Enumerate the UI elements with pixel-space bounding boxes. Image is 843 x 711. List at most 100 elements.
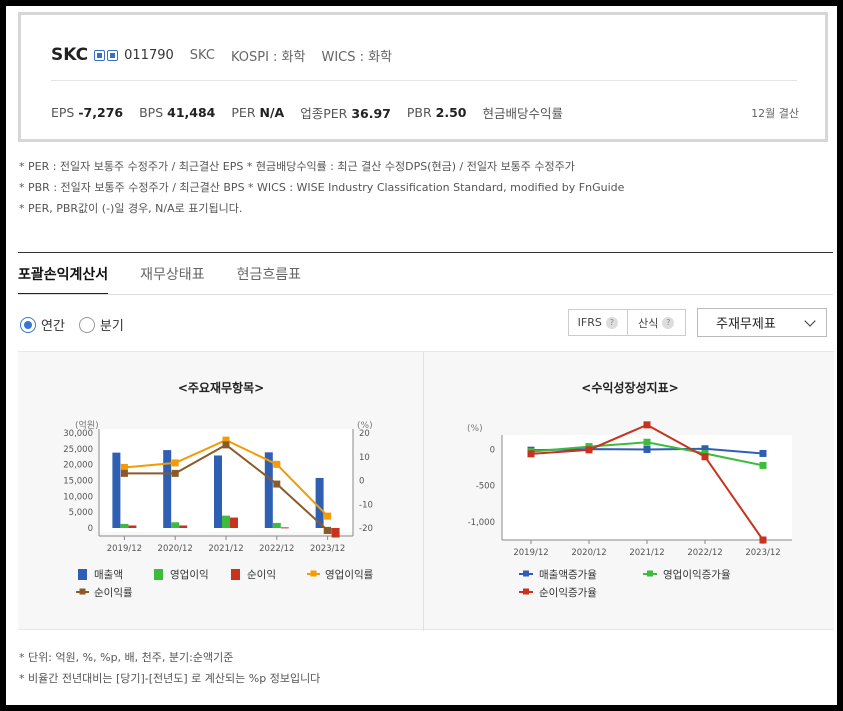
sector-per-metric: 업종PER 36.97 [300, 106, 391, 121]
ifrs-option[interactable]: IFRS ? [569, 310, 627, 335]
formula-option[interactable]: 산식 ? [626, 310, 686, 335]
radio-quarterly[interactable] [78, 316, 95, 333]
legend-label: 순이익률 [94, 587, 133, 599]
x-tick-label: 2023/12 [310, 544, 345, 554]
point-순이익증가율 [585, 446, 593, 454]
y-tick-label-right: 0 [359, 477, 364, 487]
charts-svg: <주요재무항목>(억원) (%)30,00025,00020,00015,0001… [63, 380, 792, 599]
ticker: SKC [189, 47, 215, 63]
footnote-line: * 단위: 억원, %, %p, 배, 천주, 분기:순액기준 [19, 651, 234, 664]
point-순이익증가율 [643, 421, 651, 429]
point-순이익률 [171, 469, 179, 477]
report-icon[interactable] [107, 49, 119, 61]
bar-영업이익 [272, 522, 281, 528]
dividend-yield-metric: 현금배당수익률 [482, 106, 564, 121]
y-tick-label-left: 20,000 [63, 461, 93, 471]
point-순이익증가율 [759, 536, 767, 544]
settlement-month: 12월 결산 [751, 106, 799, 120]
y-tick-label-left: 15,000 [63, 477, 93, 487]
legend-label: 매출액증가율 [539, 569, 597, 581]
bar-영업이익 [120, 523, 129, 528]
bps-metric: BPS 41,484 [139, 105, 216, 120]
point-영업이익증가율 [643, 438, 651, 446]
bar-영업이익 [171, 522, 180, 528]
radio-annual-label[interactable]: 연간 [41, 315, 65, 334]
bar-순이익 [230, 517, 238, 528]
legend-swatch [310, 570, 317, 577]
formula-label: 산식 [638, 316, 659, 330]
radio-quarterly-label[interactable]: 분기 [100, 315, 124, 334]
period-selector: 연간 분기 [20, 315, 138, 334]
legend-swatch [78, 569, 87, 580]
y-tick-label-right: -20 [359, 524, 373, 534]
bar-순이익 [128, 525, 137, 528]
summary-divider [51, 80, 797, 81]
statement-tabs: 포괄손익계산서 재무상태표 현금흐름표 [18, 262, 333, 295]
legend-label: 순이익 [247, 569, 276, 581]
eps-metric: EPS -7,276 [51, 105, 124, 120]
panel-separator [423, 352, 424, 631]
tab-balance-sheet[interactable]: 재무상태표 [140, 262, 204, 295]
point-매출액증가율 [759, 449, 767, 457]
per-metric: PER N/A [231, 105, 285, 120]
wics-sector: WICS : 화학 [321, 49, 393, 65]
tab-cash-flow[interactable]: 현금흐름표 [237, 262, 301, 295]
statement-type-select[interactable]: 주재무제표 [697, 308, 827, 337]
chart-title: <주요재무항목> [178, 380, 264, 395]
x-tick-label: 2019/12 [513, 548, 548, 558]
x-tick-label: 2022/12 [259, 544, 294, 554]
x-tick-label: 2021/12 [208, 544, 243, 554]
tab-income-statement[interactable]: 포괄손익계산서 [18, 262, 109, 295]
accounting-options: IFRS ? 산식 ? [568, 309, 686, 336]
radio-annual[interactable] [20, 316, 36, 333]
legend-swatch [647, 570, 653, 577]
y-axis-label: (%) [467, 424, 483, 434]
y-tick-label: 0 [490, 445, 495, 455]
legend-swatch [523, 570, 529, 577]
company-name: SKC [51, 45, 89, 65]
y-tick-label-right: 20 [359, 429, 370, 439]
bar-순이익 [179, 525, 188, 528]
y-tick-label: -1,000 [468, 518, 495, 528]
bar-매출액 [214, 455, 222, 528]
x-tick-label: 2020/12 [571, 548, 606, 558]
market-sector: KOSPI : 화학 [230, 49, 306, 65]
note-line: * PER : 전일자 보통주 수정주가 / 최근결산 EPS * 현금배당수익… [19, 160, 575, 173]
footnote-line: * 비율간 전년대비는 [당기]-[전년도] 로 계산되는 %p 정보입니다 [19, 672, 321, 685]
legend-label: 영업이익 [170, 568, 209, 581]
note-line: * PER, PBR값이 (-)일 경우, N/A로 표기됩니다. [19, 202, 243, 215]
x-tick-label: 2023/12 [745, 548, 780, 558]
stock-code: 011790 [124, 47, 174, 63]
x-tick-label: 2020/12 [158, 544, 193, 554]
point-순이익률 [222, 441, 230, 449]
definition-notes: * PER : 전일자 보통주 수정주가 / 최근결산 EPS * 현금배당수익… [19, 156, 624, 219]
help-icon[interactable]: ? [662, 316, 675, 329]
y-tick-label-left: 10,000 [63, 492, 93, 502]
legend-label: 영업이익률 [325, 568, 374, 581]
legend-swatch [231, 569, 240, 580]
help-icon[interactable]: ? [605, 316, 618, 329]
tabs-underline [18, 294, 833, 295]
key-metrics-row: EPS -7,276 BPS 41,484 PER N/A 업종PER 36.9… [51, 103, 799, 122]
x-tick-label: 2021/12 [629, 548, 664, 558]
y-tick-label-left: 0 [88, 524, 93, 534]
bar-매출액 [112, 452, 121, 528]
legend-label: 매출액 [94, 569, 123, 581]
footnotes: * 단위: 억원, %, %p, 배, 천주, 분기:순액기준 * 비율간 전년… [19, 647, 320, 689]
pbr-metric: PBR 2.50 [406, 105, 467, 120]
company-summary-box: SKC 011790 SKC KOSPI : 화학 WICS : 화학 EPS … [18, 12, 828, 142]
legend-swatch [154, 569, 163, 580]
legend-swatch [523, 588, 529, 595]
point-순이익률 [273, 480, 281, 488]
bar-순이익 [331, 528, 340, 538]
point-영업이익률 [273, 460, 281, 468]
point-영업이익률 [171, 459, 179, 467]
bar-영업이익 [222, 515, 230, 528]
y-tick-label: -500 [476, 482, 495, 492]
bar-순이익 [280, 527, 289, 529]
point-매출액증가율 [643, 445, 651, 453]
page: SKC 011790 SKC KOSPI : 화학 WICS : 화학 EPS … [6, 6, 837, 705]
home-icon[interactable] [94, 49, 106, 61]
y-tick-label-left: 30,000 [63, 429, 93, 439]
point-순이익증가율 [527, 450, 535, 458]
